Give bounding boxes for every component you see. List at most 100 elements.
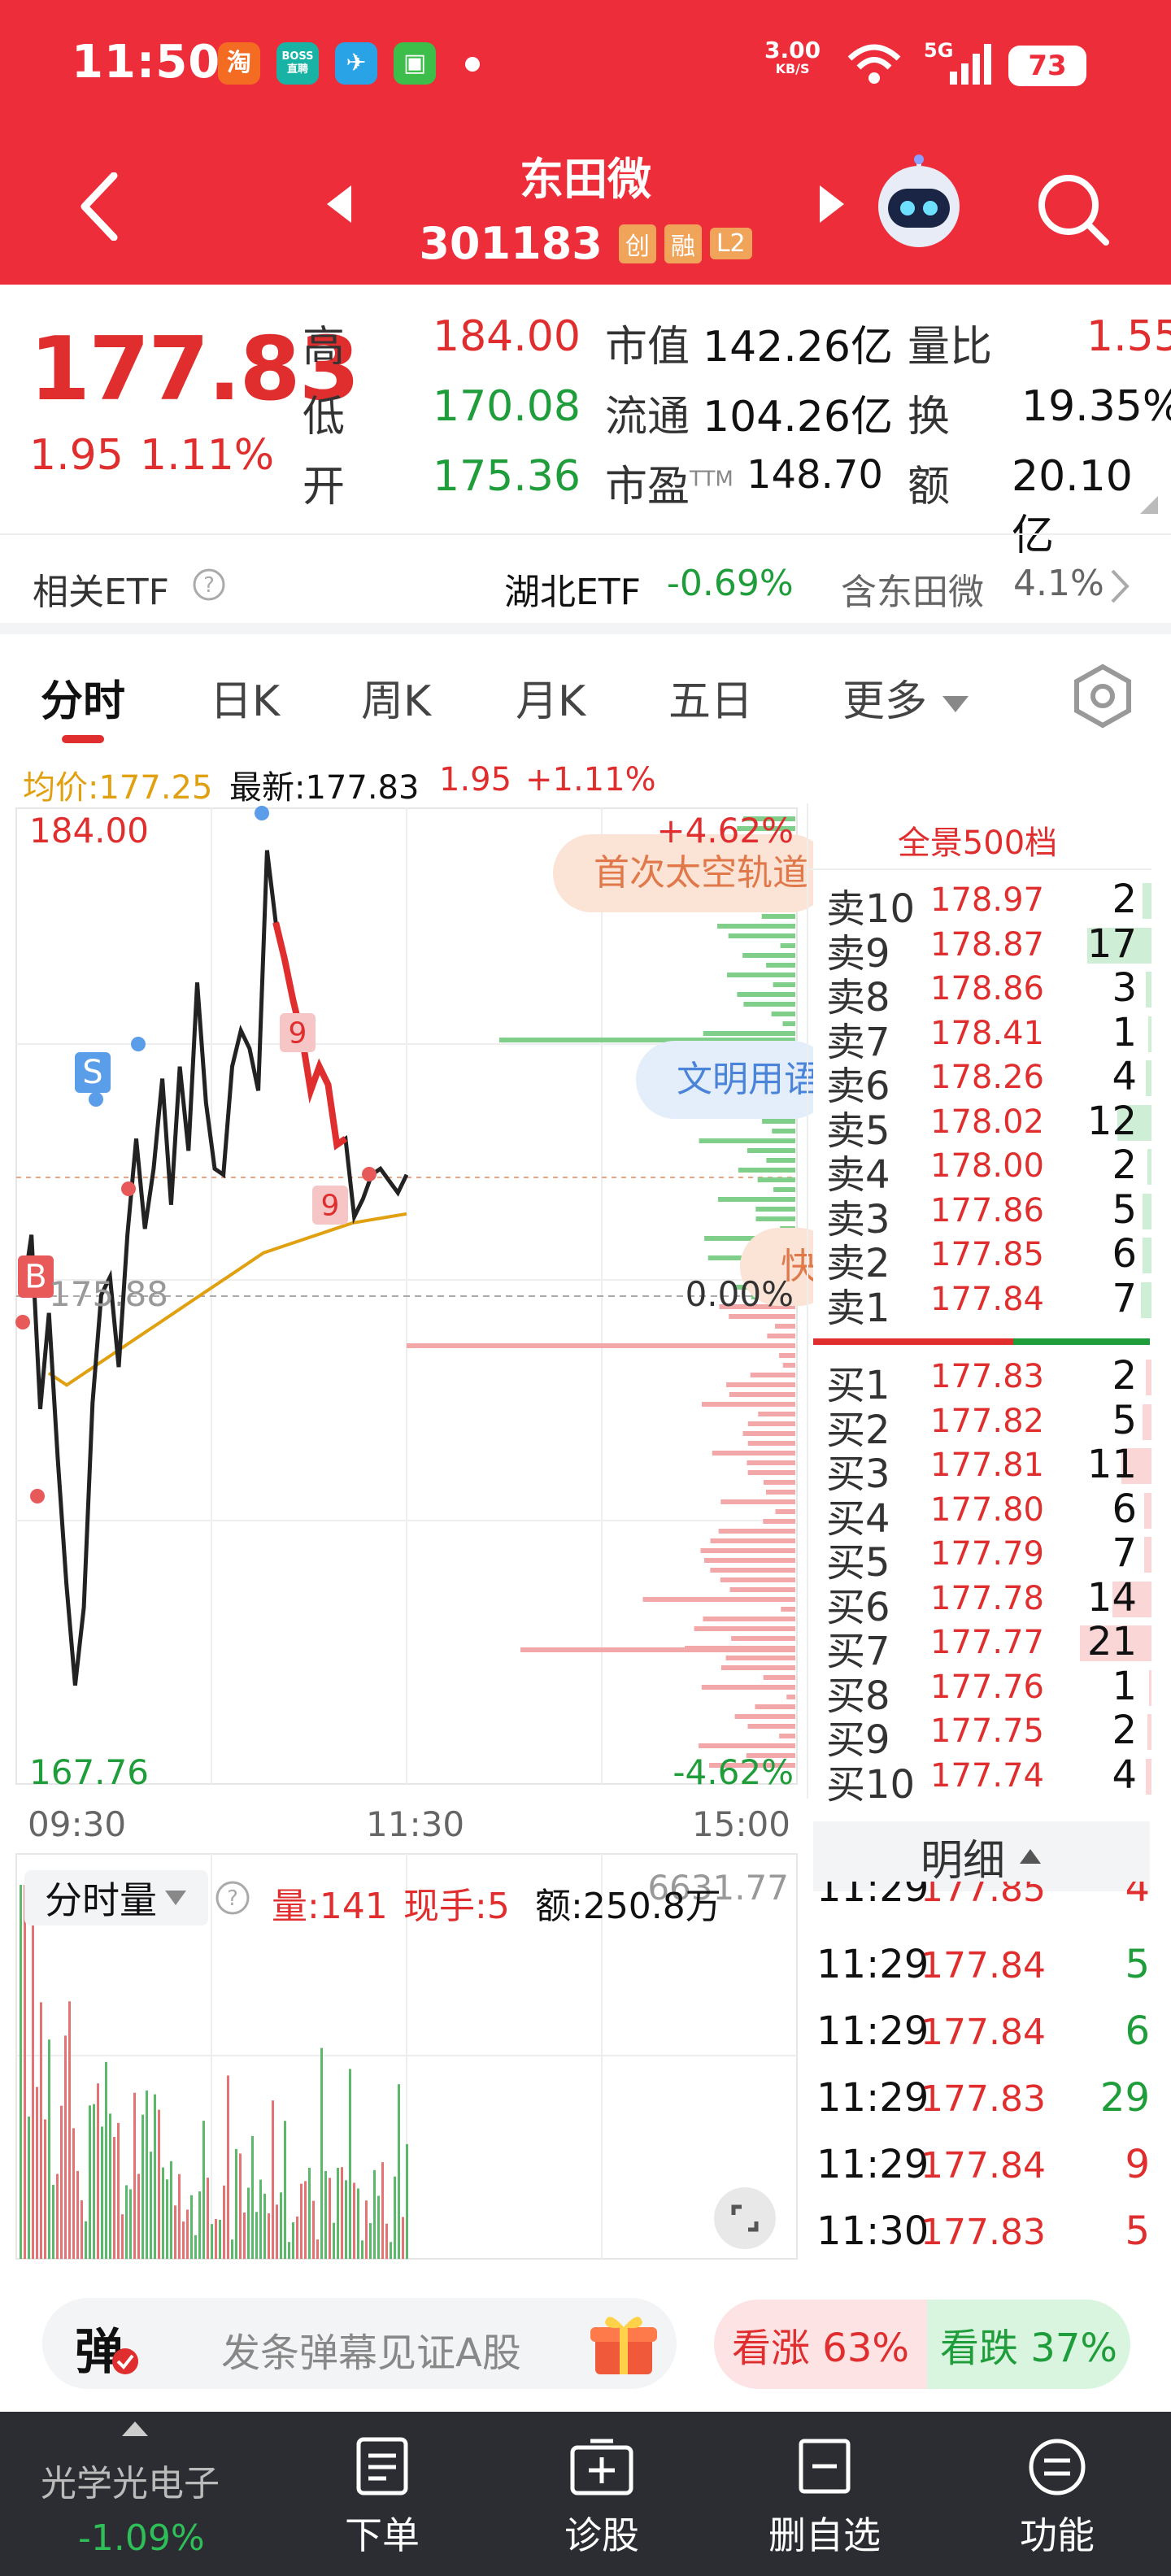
depth-bar — [1143, 1238, 1151, 1273]
nav-functions[interactable]: 功能 — [976, 2436, 1138, 2560]
volume-bar — [357, 2188, 359, 2259]
volume-bar — [369, 2223, 372, 2259]
help-icon[interactable]: ? — [215, 1880, 250, 1916]
level-price: 177.76 — [930, 1668, 1044, 1706]
vote-down-button[interactable]: 看跌 37% — [927, 2300, 1130, 2389]
fullscreen-button[interactable] — [714, 2187, 776, 2249]
bottom-nav: 光学光电子 -1.09% 下单 诊股 删自选 功能 — [0, 2412, 1171, 2576]
bid-row-3[interactable]: 买3 177.81 11 — [826, 1442, 1151, 1497]
trade-dot — [255, 806, 269, 820]
volume-bar — [158, 2109, 160, 2259]
search-icon[interactable] — [1034, 171, 1112, 249]
info-change: 1.95 — [439, 761, 512, 798]
depth-bar — [701, 1685, 795, 1690]
bid-row-5[interactable]: 买5 177.79 7 — [826, 1530, 1151, 1586]
stock-name: 东田微 — [520, 154, 651, 205]
depth-bar — [710, 1568, 795, 1573]
gift-box-icon[interactable] — [587, 2308, 660, 2381]
depth-bar — [763, 1519, 795, 1524]
vote-up-button[interactable]: 看涨 63% — [714, 2300, 927, 2389]
svg-text:?: ? — [227, 1886, 238, 1911]
ask-row-3[interactable]: 卖8 178.86 3 — [826, 965, 1151, 1020]
bid-row-9[interactable]: 买9 177.75 2 — [826, 1708, 1151, 1763]
related-etf-row[interactable]: 相关ETF ? 湖北ETF -0.69% 含东田微 4.1% — [0, 533, 1171, 634]
nav-remove-watchlist[interactable]: 删自选 — [743, 2436, 906, 2560]
bid-row-8[interactable]: 买8 177.76 1 — [826, 1664, 1151, 1719]
open-value: 175.36 — [433, 452, 581, 501]
ask-row-1[interactable]: 卖10 178.97 2 — [826, 877, 1151, 932]
nav-diagnose[interactable]: 诊股 — [520, 2436, 683, 2560]
ask-row-7[interactable]: 卖4 178.00 2 — [826, 1142, 1151, 1198]
volume-bar — [109, 2113, 111, 2259]
ask-row-4[interactable]: 卖7 178.41 1 — [826, 1010, 1151, 1065]
sector-name[interactable]: 光学光电子 — [41, 2454, 220, 2506]
volume-bar — [251, 2135, 254, 2259]
next-stock-icon[interactable] — [815, 184, 847, 224]
volume-bar — [89, 2105, 91, 2259]
bid-row-6[interactable]: 买6 177.78 14 — [826, 1574, 1151, 1630]
volume-bar — [231, 2239, 233, 2259]
chevron-right-icon[interactable] — [1109, 568, 1132, 605]
bid-row-7[interactable]: 买7 177.77 21 — [826, 1619, 1151, 1674]
tab-more[interactable]: 更多 — [842, 667, 970, 728]
bid-row-4[interactable]: 买4 177.80 6 — [826, 1486, 1151, 1542]
volume-amount: 额:250.8万 — [535, 1886, 721, 1927]
volume-bar — [64, 2035, 67, 2259]
bid-row-10[interactable]: 买10 177.74 4 — [826, 1752, 1151, 1808]
depth-bar — [742, 1431, 795, 1436]
depth-bar — [720, 1499, 795, 1504]
depth-bar — [765, 1490, 795, 1495]
danmu-vote-bar: 弹 发条弹幕见证A股 看涨 63% 看跌 37% — [0, 2265, 1171, 2412]
volume-bar — [198, 2191, 201, 2259]
taobao-icon: 淘 — [218, 42, 260, 85]
nav-place-order[interactable]: 下单 — [301, 2436, 464, 2560]
amount-label: 额 — [908, 463, 951, 511]
tab-weekly-k[interactable]: 周K — [361, 667, 431, 728]
expand-up-icon[interactable] — [120, 2420, 150, 2438]
ask-row-5[interactable]: 卖6 178.26 4 — [826, 1054, 1151, 1109]
ask-row-10[interactable]: 卖1 177.84 7 — [826, 1276, 1151, 1331]
etf-holding-pct: 4.1% — [1013, 563, 1104, 604]
volume-type-selector[interactable]: 分时量 — [24, 1870, 208, 1925]
settings-hexagon-icon[interactable] — [1069, 662, 1137, 730]
etf-name: 湖北ETF — [504, 572, 641, 613]
depth-bar — [747, 1421, 795, 1426]
trade-price: 177.84 — [921, 1945, 1046, 1986]
volume-bar — [235, 2148, 237, 2259]
ask-row-2[interactable]: 卖9 178.87 17 — [826, 921, 1151, 977]
bid-row-1[interactable]: 买1 177.83 2 — [826, 1353, 1151, 1408]
level-price: 177.74 — [930, 1756, 1044, 1795]
tab-five-day[interactable]: 五日 — [668, 667, 753, 728]
depth-bar — [1147, 1016, 1151, 1052]
volume-bar — [162, 2167, 164, 2259]
volume-bar — [121, 2214, 124, 2259]
ask-row-8[interactable]: 卖3 177.86 5 — [826, 1187, 1151, 1242]
volume-bar — [28, 2117, 30, 2259]
tab-intraday[interactable]: 分时 — [41, 667, 125, 728]
depth-bar — [763, 1675, 795, 1680]
depth-bar — [1146, 1060, 1151, 1096]
depth-bar — [755, 1216, 795, 1221]
depth-bar — [718, 1529, 795, 1534]
tab-daily-k[interactable]: 日K — [210, 667, 280, 728]
depth-bar — [779, 1353, 795, 1358]
depth-bar — [747, 1724, 795, 1729]
level-volume: 14 — [1086, 1574, 1137, 1621]
tab-monthly-k[interactable]: 月K — [516, 667, 586, 728]
level-volume: 4 — [1112, 1054, 1137, 1099]
depth-bar — [1146, 1360, 1151, 1395]
ask-row-9[interactable]: 卖2 177.85 6 — [826, 1231, 1151, 1286]
expand-corner-icon[interactable] — [1138, 494, 1160, 516]
level-price: 177.78 — [930, 1579, 1044, 1617]
depth-bar — [757, 1177, 795, 1182]
ask-row-6[interactable]: 卖5 178.02 12 — [826, 1099, 1151, 1154]
depth-bar — [779, 1734, 795, 1738]
intraday-chart[interactable]: 首次太空轨道文明用语快 SB99 184.00 167.76 175.88 +4… — [0, 797, 813, 2261]
help-icon[interactable]: ? — [192, 568, 226, 602]
order-book-title[interactable]: 全景500档 — [807, 816, 1148, 864]
bid-row-2[interactable]: 买2 177.82 5 — [826, 1398, 1151, 1453]
top-header: 11:50 淘 BOSS直聘 ✈ ▣ 3.00 KB/S 5G 73 东田微 3… — [0, 0, 1171, 285]
depth-bar — [727, 973, 795, 977]
robot-assistant-icon[interactable] — [870, 154, 968, 252]
volume-bar — [365, 2200, 368, 2259]
